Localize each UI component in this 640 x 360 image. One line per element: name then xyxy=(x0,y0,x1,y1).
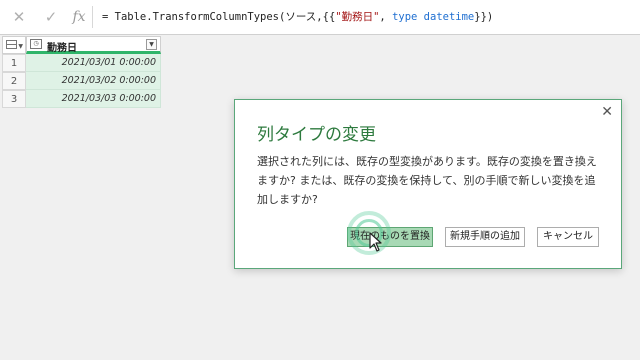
table-cell[interactable]: 2021/03/01 0:00:00 xyxy=(26,54,161,72)
table-cell[interactable]: 2021/03/02 0:00:00 xyxy=(26,72,161,90)
close-icon[interactable]: ✕ xyxy=(601,104,613,120)
mouse-cursor-icon xyxy=(369,232,382,252)
cancel-button[interactable]: キャンセル xyxy=(537,227,599,247)
close-icon[interactable]: ✕ xyxy=(8,6,30,28)
column-title: 勤務日 xyxy=(47,43,77,54)
row-number[interactable]: 2 xyxy=(2,72,26,90)
formula-separator xyxy=(92,6,93,28)
datetime-type-icon[interactable]: ◷ xyxy=(30,39,42,49)
dialog-title: 列タイプの変更 xyxy=(257,125,376,145)
formula-input[interactable]: = Table.TransformColumnTypes(ソース,{{"勤務日"… xyxy=(102,9,493,24)
change-column-type-dialog: ✕ 列タイプの変更 選択された列には、既存の型変換があります。既存の変換を置き換… xyxy=(234,99,622,269)
table-cell[interactable]: 2021/03/03 0:00:00 xyxy=(26,90,161,108)
add-new-step-button[interactable]: 新規手順の追加 xyxy=(445,227,525,247)
formula-sep: , xyxy=(379,11,393,23)
fx-icon[interactable]: fx xyxy=(68,6,90,28)
column-filter-button[interactable]: ▼ xyxy=(146,39,157,50)
column-header[interactable]: ◷ 勤務日 ▼ xyxy=(26,36,161,54)
formula-bar: ✕ ✓ fx = Table.TransformColumnTypes(ソース,… xyxy=(0,0,640,35)
check-icon[interactable]: ✓ xyxy=(40,6,62,28)
table-icon xyxy=(6,40,17,49)
row-number[interactable]: 1 xyxy=(2,54,26,72)
formula-prefix: = Table.TransformColumnTypes(ソース,{{ xyxy=(102,11,336,23)
chevron-down-icon: ▼ xyxy=(18,43,23,50)
formula-keyword: type datetime xyxy=(392,11,475,23)
table-menu-button[interactable]: ▼ xyxy=(2,36,26,54)
formula-suffix: }}) xyxy=(474,11,494,23)
dialog-message: 選択された列には、既存の型変換があります。既存の変換を置き換えますか? または、… xyxy=(257,155,597,206)
row-number[interactable]: 3 xyxy=(2,90,26,108)
formula-string: "勤務日" xyxy=(335,11,380,23)
